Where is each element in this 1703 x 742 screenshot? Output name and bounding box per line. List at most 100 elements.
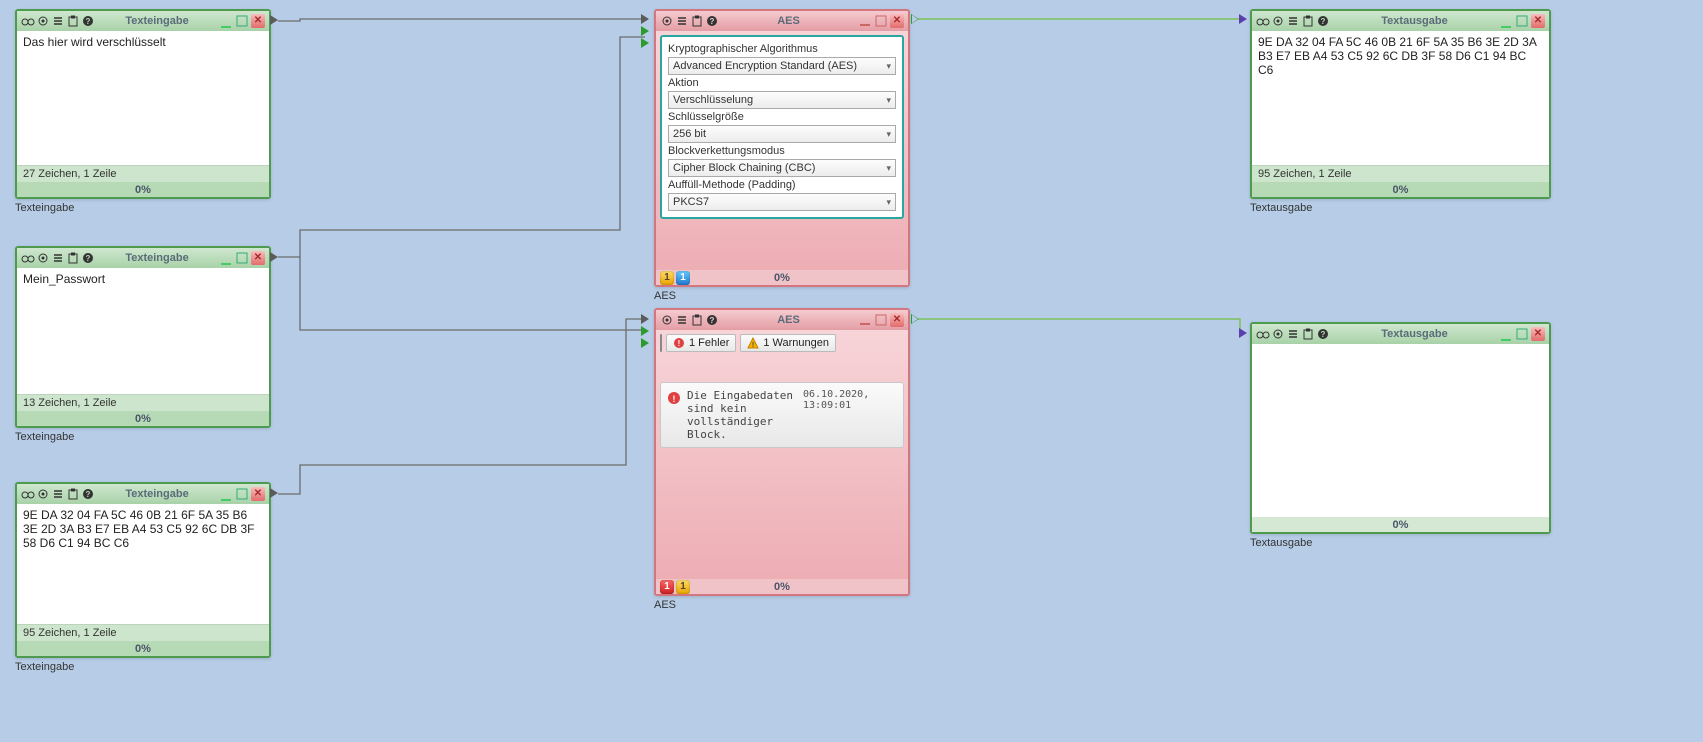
close-icon[interactable]: ✕ [1531,327,1545,341]
node-texteingabe-2[interactable]: ? Texteingabe ✕ Mein_Passwort 13 Zeichen… [15,246,271,428]
output-port[interactable] [270,488,278,498]
minimize-icon[interactable] [1499,327,1513,341]
gear-icon[interactable] [1271,327,1285,341]
minimize-icon[interactable] [858,313,872,327]
output-port[interactable] [911,314,919,324]
output-port[interactable] [270,15,278,25]
help-icon[interactable]: ? [1316,327,1330,341]
gear-icon[interactable] [660,313,674,327]
minimize-icon[interactable] [219,251,233,265]
close-icon[interactable]: ✕ [251,251,265,265]
gear-icon[interactable] [660,14,674,28]
binoculars-icon[interactable] [21,251,35,265]
maximize-icon[interactable] [235,14,249,28]
list-icon[interactable] [51,487,65,501]
node-texteingabe-1[interactable]: ? Texteingabe ✕ Das hier wird verschlüss… [15,9,271,199]
info-badge[interactable]: 1 [660,271,674,285]
close-icon[interactable]: ✕ [1531,14,1545,28]
clipboard-icon[interactable] [66,487,80,501]
input-port[interactable] [641,338,649,348]
node-titlebar[interactable]: ? AES ✕ [656,11,908,31]
node-title: Texteingabe [95,15,219,27]
list-icon[interactable] [51,251,65,265]
text-output-area[interactable]: 9E DA 32 04 FA 5C 46 0B 21 6F 5A 35 B6 3… [1252,31,1549,165]
input-port[interactable] [641,14,649,24]
node-titlebar[interactable]: ? Texteingabe ✕ [17,11,269,31]
error-badge[interactable]: 1 [660,580,674,594]
gear-icon[interactable] [36,251,50,265]
input-port[interactable] [641,38,649,48]
clipboard-icon[interactable] [1301,14,1315,28]
close-icon[interactable]: ✕ [251,487,265,501]
minimize-icon[interactable] [219,14,233,28]
param-select-keysize[interactable]: 256 bit▾ [668,125,896,143]
node-aes-2[interactable]: ? AES ✕ ! 1 Fehler ! 1 Warnungen ! Die E… [654,308,910,596]
binoculars-icon[interactable] [21,14,35,28]
help-icon[interactable]: ? [81,487,95,501]
warnings-button[interactable]: ! 1 Warnungen [740,334,836,352]
text-input-area[interactable]: Das hier wird verschlüsselt [17,31,269,165]
node-titlebar[interactable]: ? Textausgabe ✕ [1252,324,1549,344]
minimize-icon[interactable] [1499,14,1513,28]
output-port[interactable] [270,252,278,262]
close-icon[interactable]: ✕ [890,14,904,28]
close-icon[interactable]: ✕ [890,313,904,327]
minimize-icon[interactable] [219,487,233,501]
gear-icon[interactable] [1271,14,1285,28]
maximize-icon[interactable] [874,313,888,327]
list-icon[interactable] [675,14,689,28]
help-icon[interactable]: ? [81,14,95,28]
info-badge[interactable]: 1 [676,271,690,285]
input-port[interactable] [641,314,649,324]
node-texteingabe-3[interactable]: ? Texteingabe ✕ 9E DA 32 04 FA 5C 46 0B … [15,482,271,658]
text-input-area[interactable]: Mein_Passwort [17,268,269,394]
input-port[interactable] [641,26,649,36]
input-port[interactable] [1239,328,1247,338]
binoculars-icon[interactable] [1256,327,1270,341]
clipboard-icon[interactable] [690,313,704,327]
node-aes-1[interactable]: ? AES ✕ Kryptographischer Algorithmus Ad… [654,9,910,287]
maximize-icon[interactable] [1515,327,1529,341]
maximize-icon[interactable] [874,14,888,28]
errors-button[interactable]: ! 1 Fehler [666,334,736,352]
maximize-icon[interactable] [235,251,249,265]
node-titlebar[interactable]: ? Texteingabe ✕ [17,484,269,504]
gear-icon[interactable] [36,14,50,28]
node-titlebar[interactable]: ? Texteingabe ✕ [17,248,269,268]
warning-badge[interactable]: 1 [676,580,690,594]
maximize-icon[interactable] [235,487,249,501]
node-textausgabe-2[interactable]: ? Textausgabe ✕ 0% [1250,322,1551,534]
binoculars-icon[interactable] [1256,14,1270,28]
node-textausgabe-1[interactable]: ? Textausgabe ✕ 9E DA 32 04 FA 5C 46 0B … [1250,9,1551,199]
minimize-icon[interactable] [858,14,872,28]
list-icon[interactable] [1286,327,1300,341]
error-message-box[interactable]: ! Die Eingabedaten sind kein vollständig… [660,382,904,448]
list-icon[interactable] [1286,14,1300,28]
clipboard-icon[interactable] [1301,327,1315,341]
clipboard-icon[interactable] [66,251,80,265]
node-titlebar[interactable]: ? Textausgabe ✕ [1252,11,1549,31]
param-select-action[interactable]: Verschlüsselung▾ [668,91,896,109]
param-select-padding[interactable]: PKCS7▾ [668,193,896,211]
progress-bar: 0% [1252,517,1549,532]
maximize-icon[interactable] [1515,14,1529,28]
clipboard-icon[interactable] [690,14,704,28]
gear-icon[interactable] [36,487,50,501]
node-titlebar[interactable]: ? AES ✕ [656,310,908,330]
text-output-area[interactable] [1252,344,1549,517]
input-port[interactable] [641,326,649,336]
param-select-blockmode[interactable]: Cipher Block Chaining (CBC)▾ [668,159,896,177]
help-icon[interactable]: ? [705,14,719,28]
text-input-area[interactable]: 9E DA 32 04 FA 5C 46 0B 21 6F 5A 35 B6 3… [17,504,269,624]
help-icon[interactable]: ? [1316,14,1330,28]
input-port[interactable] [1239,14,1247,24]
list-icon[interactable] [51,14,65,28]
output-port[interactable] [911,14,919,24]
help-icon[interactable]: ? [81,251,95,265]
binoculars-icon[interactable] [21,487,35,501]
close-icon[interactable]: ✕ [251,14,265,28]
list-icon[interactable] [675,313,689,327]
clipboard-icon[interactable] [66,14,80,28]
help-icon[interactable]: ? [705,313,719,327]
param-select-algo[interactable]: Advanced Encryption Standard (AES)▾ [668,57,896,75]
